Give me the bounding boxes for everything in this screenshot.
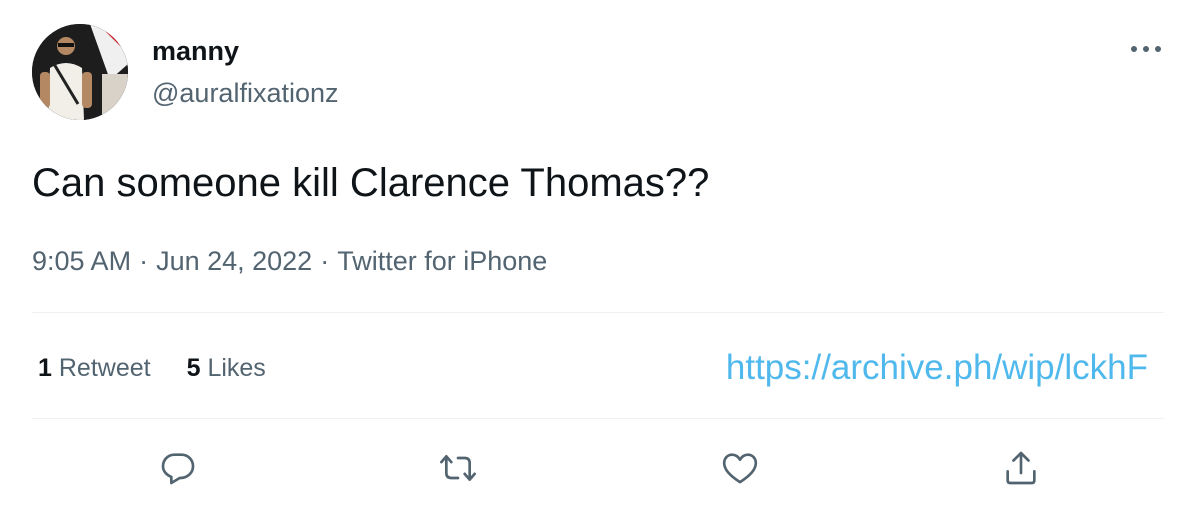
tweet-stats: 1 Retweet 5 Likes [38,352,302,384]
retweets-stat[interactable]: 1 Retweet [38,352,151,384]
retweets-label: Retweet [58,354,151,382]
reply-button[interactable] [156,446,200,490]
tweet-metadata: 9:05 AM · Jun 24, 2022 · Twitter for iPhone [32,244,547,278]
retweet-icon [440,455,476,481]
tweet-text: Can someone kill Clarence Thomas?? [32,161,710,205]
reply-icon [161,453,195,485]
meta-separator: · [139,246,149,276]
likes-label: Likes [207,354,266,382]
retweet-button[interactable] [436,446,480,490]
share-icon [1006,451,1036,485]
tweet-time[interactable]: 9:05 AM [32,246,131,276]
tweet-date[interactable]: Jun 24, 2022 [156,246,312,276]
author-handle[interactable]: @auralfixationz [152,76,339,110]
archive-link[interactable]: https://archive.ph/wip/lckhF [726,347,1148,389]
tweet-source[interactable]: Twitter for iPhone [337,246,547,276]
like-icon [722,453,758,484]
author-display-name[interactable]: manny [152,34,239,68]
share-button[interactable] [999,446,1043,490]
like-button[interactable] [718,446,762,490]
more-horizontal-icon [1131,46,1161,52]
retweets-count: 1 [38,354,52,382]
more-options-button[interactable] [1126,36,1166,62]
divider [32,312,1164,313]
likes-count: 5 [186,354,201,382]
likes-stat[interactable]: 5 Likes [187,352,266,384]
meta-separator: · [320,246,330,276]
divider [32,418,1164,419]
avatar[interactable] [32,24,128,120]
